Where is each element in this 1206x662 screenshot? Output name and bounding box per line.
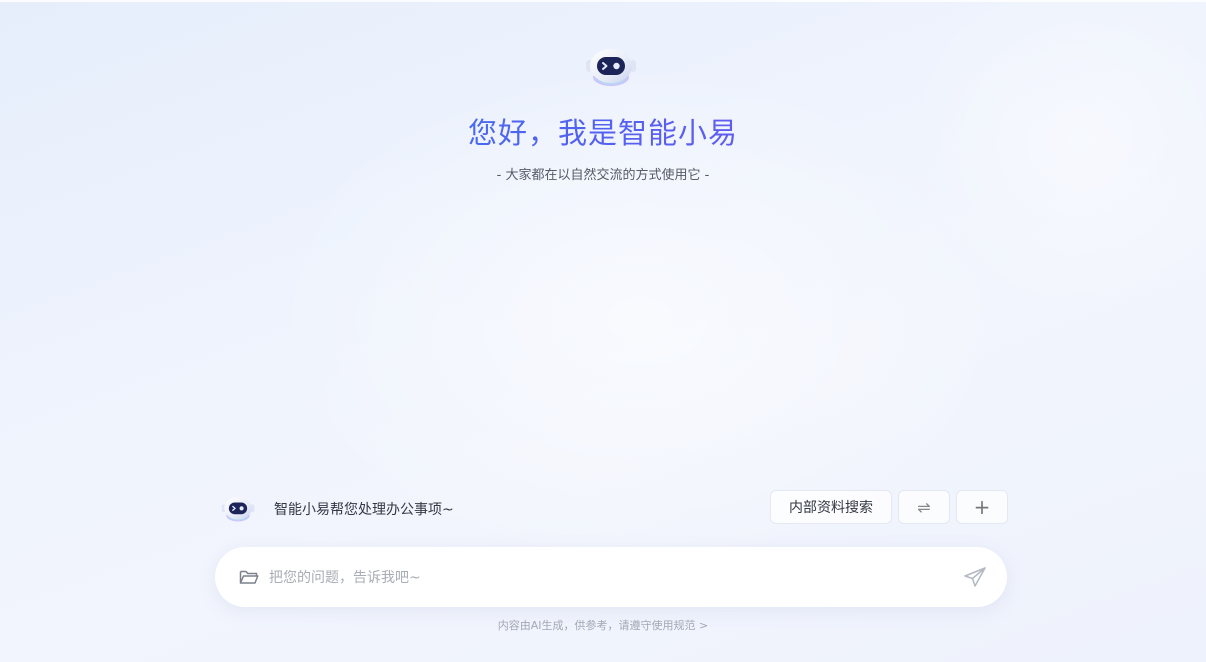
folder-icon[interactable] bbox=[239, 569, 259, 585]
page-title: 您好，我是智能小易 bbox=[0, 110, 1206, 152]
background-glow-secondary bbox=[900, 0, 1206, 320]
robot-avatar-icon bbox=[221, 497, 255, 522]
internal-search-button[interactable]: 内部资料搜索 bbox=[770, 490, 892, 524]
top-divider bbox=[0, 0, 1206, 2]
assistant-label: 智能小易帮您处理办公事项~ bbox=[274, 502, 454, 518]
assistant-bar: 智能小易帮您处理办公事项~ 内部资料搜索 ⇌ + bbox=[218, 490, 1008, 526]
robot-avatar-icon bbox=[586, 49, 636, 86]
chat-input[interactable] bbox=[267, 563, 911, 593]
page-subtitle: - 大家都在以自然交流的方式使用它 - bbox=[496, 168, 710, 183]
chat-input-box bbox=[215, 547, 1007, 607]
usage-policy-link[interactable]: 内容由AI生成，供参考，请遵守使用规范 > bbox=[0, 617, 1206, 633]
switch-icon: ⇌ bbox=[917, 497, 931, 517]
switch-button[interactable]: ⇌ bbox=[898, 490, 950, 524]
new-chat-button[interactable]: + bbox=[956, 490, 1008, 524]
internal-search-button-label: 内部资料搜索 bbox=[789, 500, 873, 516]
send-icon[interactable] bbox=[963, 566, 987, 588]
plus-icon: + bbox=[973, 495, 991, 519]
